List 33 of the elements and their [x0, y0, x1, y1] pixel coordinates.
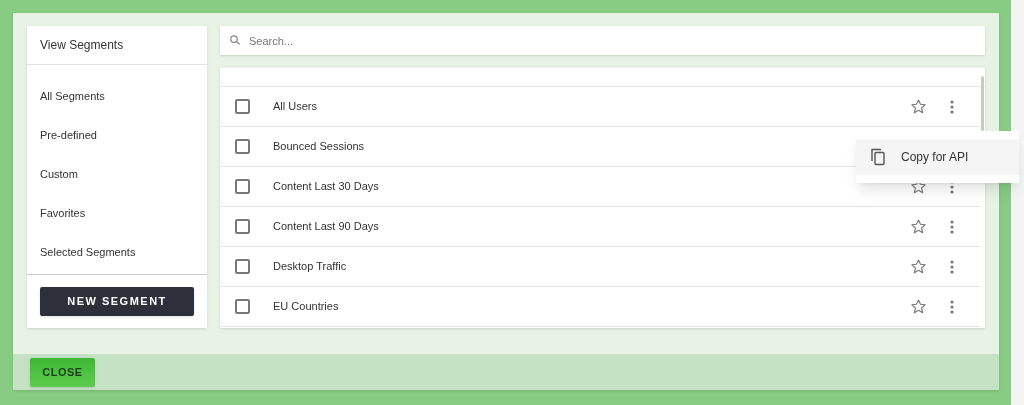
- star-icon[interactable]: [910, 98, 927, 115]
- sidebar-item[interactable]: Pre-defined: [40, 127, 97, 144]
- star-icon[interactable]: [910, 218, 927, 235]
- more-options-icon[interactable]: [950, 219, 954, 234]
- search-field[interactable]: Search...: [220, 26, 985, 55]
- search-icon: [229, 34, 241, 46]
- menu-item[interactable]: Copy for API: [856, 139, 1019, 175]
- segment-name: Content Last 30 Days: [273, 179, 380, 195]
- sidebar-item[interactable]: Favorites: [40, 205, 86, 222]
- close-button[interactable]: CLOSE: [30, 357, 95, 387]
- segment-name: EU Countries: [273, 299, 340, 315]
- scrollbar[interactable]: [981, 76, 984, 131]
- checkbox[interactable]: [235, 299, 250, 314]
- checkbox[interactable]: [235, 219, 250, 234]
- more-options-icon[interactable]: [950, 299, 954, 314]
- checkbox[interactable]: [235, 179, 250, 194]
- checkbox[interactable]: [235, 99, 250, 114]
- more-options-icon[interactable]: [950, 99, 954, 114]
- sidebar-item[interactable]: Selected Segments: [40, 244, 136, 261]
- sidebar-item[interactable]: Custom: [40, 166, 78, 183]
- sidebar-item[interactable]: All Segments: [40, 88, 105, 105]
- star-icon[interactable]: [910, 298, 927, 315]
- segment-name: Content Last 90 Days: [273, 219, 380, 235]
- sidebar-title: View Segments: [40, 37, 124, 54]
- checkbox[interactable]: [235, 259, 250, 274]
- copy-icon: [870, 148, 887, 166]
- segment-name: All Users: [273, 99, 318, 115]
- more-options-icon[interactable]: [950, 259, 954, 274]
- segment-name: Bounced Sessions: [273, 139, 366, 155]
- checkbox[interactable]: [235, 139, 250, 154]
- new-segment-button[interactable]: NEW SEGMENT: [40, 287, 194, 316]
- segment-name: Desktop Traffic: [273, 259, 348, 275]
- star-icon[interactable]: [910, 258, 927, 275]
